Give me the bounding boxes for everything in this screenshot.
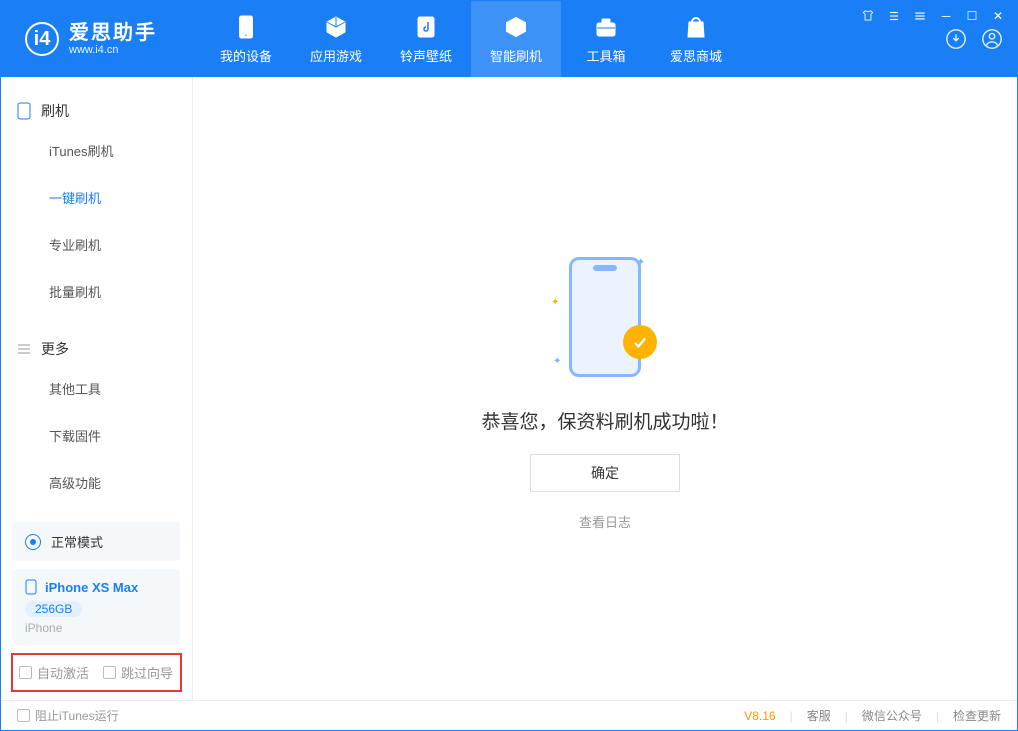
tab-my-device[interactable]: 我的设备 — [201, 1, 291, 77]
sidebar-header-more[interactable]: 更多 — [1, 333, 192, 365]
ok-button[interactable]: 确定 — [530, 454, 680, 492]
mode-label: 正常模式 — [51, 532, 103, 551]
tab-flash[interactable]: 智能刷机 — [471, 1, 561, 77]
sidebar-item-other-tools[interactable]: 其他工具 — [49, 365, 192, 412]
tab-ringtones[interactable]: 铃声壁纸 — [381, 1, 471, 77]
app-title: 爱思助手 — [69, 22, 157, 44]
checkbox-skip-guide[interactable]: 跳过向导 — [103, 663, 173, 682]
more-icon — [17, 342, 31, 356]
update-link[interactable]: 检查更新 — [953, 707, 1001, 724]
device-name: iPhone XS Max — [45, 580, 138, 595]
check-badge-icon — [623, 325, 657, 359]
tab-toolbox[interactable]: 工具箱 — [561, 1, 651, 77]
wechat-link[interactable]: 微信公众号 — [862, 707, 922, 724]
sidebar-group-flash: 刷机 iTunes刷机 一键刷机 专业刷机 批量刷机 — [1, 77, 192, 315]
sparkle-icon: ✦ — [553, 356, 561, 367]
sidebar: 刷机 iTunes刷机 一键刷机 专业刷机 批量刷机 更多 其他工具 下载固件 … — [1, 77, 193, 700]
checkbox-box-icon — [17, 709, 30, 722]
tab-label: 工具箱 — [586, 46, 625, 65]
device-storage: 256GB — [25, 601, 82, 617]
phone-icon — [233, 14, 259, 40]
logo-area: i4 爱思助手 www.i4.cn — [1, 22, 201, 56]
checkbox-box-icon — [19, 666, 32, 679]
main-tabs: 我的设备 应用游戏 铃声壁纸 智能刷机 工具箱 爱思商城 — [201, 1, 741, 77]
version-label: V8.16 — [744, 709, 775, 723]
checkbox-label: 自动激活 — [37, 663, 89, 682]
sidebar-header-flash[interactable]: 刷机 — [1, 95, 192, 127]
checkbox-auto-activate[interactable]: 自动激活 — [19, 663, 89, 682]
bag-icon — [683, 14, 709, 40]
footer: 阻止iTunes运行 V8.16 | 客服 | 微信公众号 | 检查更新 — [1, 700, 1017, 730]
tab-label: 我的设备 — [220, 46, 272, 65]
device-small-icon — [25, 579, 37, 595]
maximize-button[interactable]: ☐ — [963, 7, 981, 25]
support-link[interactable]: 客服 — [807, 707, 831, 724]
mode-dot-icon — [25, 534, 41, 550]
app-subtitle: www.i4.cn — [69, 44, 157, 56]
shirt-icon[interactable] — [859, 7, 877, 25]
sidebar-item-advanced[interactable]: 高级功能 — [49, 459, 192, 506]
menu-icon[interactable] — [911, 7, 929, 25]
checkbox-label: 跳过向导 — [121, 663, 173, 682]
tab-label: 应用游戏 — [310, 46, 362, 65]
highlighted-checkboxes: 自动激活 跳过向导 — [11, 653, 182, 692]
toolbox-icon — [593, 14, 619, 40]
checkbox-block-itunes[interactable]: 阻止iTunes运行 — [17, 707, 119, 724]
header-right — [945, 28, 1017, 50]
sidebar-item-oneclick-flash[interactable]: 一键刷机 — [49, 174, 192, 221]
sidebar-item-download-firmware[interactable]: 下载固件 — [49, 412, 192, 459]
refresh-icon — [503, 14, 529, 40]
window-controls: ─ ☐ ✕ — [859, 7, 1007, 25]
tab-apps[interactable]: 应用游戏 — [291, 1, 381, 77]
user-icon[interactable] — [981, 28, 1003, 50]
download-icon[interactable] — [945, 28, 967, 50]
device-type: iPhone — [25, 621, 168, 635]
main-content: ✦ ✦ ✦ 恭喜您，保资料刷机成功啦！ 确定 查看日志 — [193, 77, 1017, 700]
separator: | — [845, 709, 848, 723]
sidebar-group-more: 更多 其他工具 下载固件 高级功能 — [1, 315, 192, 506]
close-button[interactable]: ✕ — [989, 7, 1007, 25]
tab-label: 智能刷机 — [490, 46, 542, 65]
success-illustration: ✦ ✦ ✦ — [535, 247, 675, 387]
success-message: 恭喜您，保资料刷机成功啦！ — [481, 407, 728, 434]
tab-store[interactable]: 爱思商城 — [651, 1, 741, 77]
music-icon — [413, 14, 439, 40]
tab-label: 铃声壁纸 — [400, 46, 452, 65]
sidebar-group-title: 刷机 — [41, 101, 69, 121]
logo-icon: i4 — [25, 22, 59, 56]
sidebar-item-pro-flash[interactable]: 专业刷机 — [49, 221, 192, 268]
tab-label: 爱思商城 — [670, 46, 722, 65]
checkbox-label: 阻止iTunes运行 — [35, 707, 119, 724]
list-icon[interactable] — [885, 7, 903, 25]
separator: | — [790, 709, 793, 723]
mode-box[interactable]: 正常模式 — [13, 522, 180, 561]
checkbox-box-icon — [103, 666, 116, 679]
sidebar-item-batch-flash[interactable]: 批量刷机 — [49, 268, 192, 315]
sidebar-item-itunes-flash[interactable]: iTunes刷机 — [49, 127, 192, 174]
separator: | — [936, 709, 939, 723]
phone-illustration-icon — [569, 257, 641, 377]
sparkle-icon: ✦ — [551, 297, 559, 308]
cube-icon — [323, 14, 349, 40]
sidebar-group-title: 更多 — [41, 339, 69, 359]
minimize-button[interactable]: ─ — [937, 7, 955, 25]
device-box[interactable]: iPhone XS Max 256GB iPhone — [13, 569, 180, 645]
view-log-link[interactable]: 查看日志 — [579, 512, 631, 531]
device-icon — [17, 102, 31, 120]
